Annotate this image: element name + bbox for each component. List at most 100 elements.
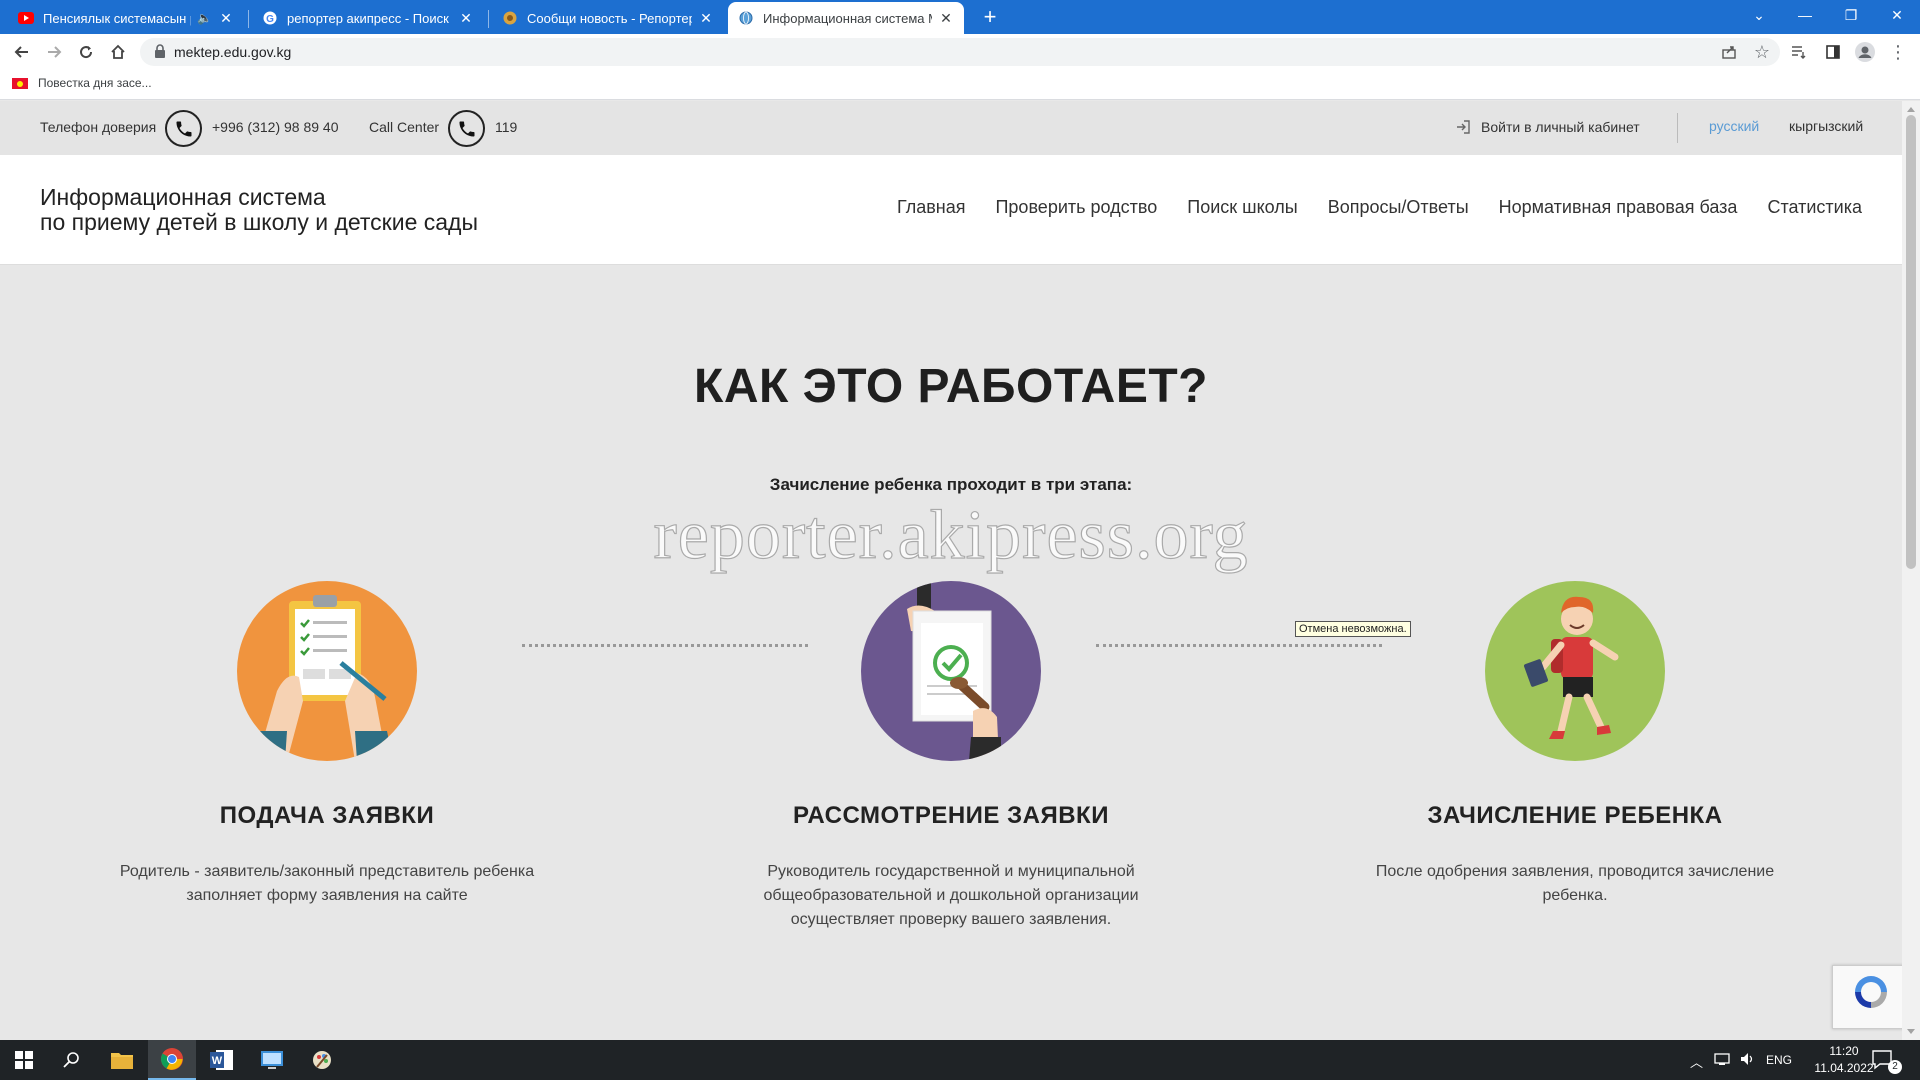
step-connector: [522, 644, 808, 647]
windows-taskbar: W ︿ ENG 11:20 11.04.2022 2: [0, 1040, 1920, 1080]
step-connector: [1096, 644, 1382, 647]
nav-item-school-search[interactable]: Поиск школы: [1187, 197, 1297, 218]
restore-button[interactable]: ❐: [1828, 0, 1874, 30]
home-icon[interactable]: [106, 40, 130, 64]
clock-time[interactable]: 11:20: [1814, 1044, 1874, 1058]
bookmark-label: Повестка дня засе...: [38, 76, 152, 90]
url-text: mektep.edu.gov.kg: [174, 44, 292, 60]
word-icon[interactable]: W: [198, 1040, 246, 1080]
language-kyrgyz-link[interactable]: кыргызский: [1789, 118, 1863, 134]
page-scrollbar[interactable]: [1902, 101, 1920, 1040]
youtube-icon: [18, 10, 34, 26]
volume-icon[interactable]: [1740, 1052, 1756, 1071]
side-panel-icon[interactable]: [1821, 40, 1845, 64]
hotline-label: Телефон доверия: [40, 119, 157, 135]
hotline-number[interactable]: +996 (312) 98 89 40: [212, 119, 339, 135]
reload-icon[interactable]: [74, 40, 98, 64]
tab-search-icon[interactable]: ⌄: [1736, 0, 1782, 30]
close-tab-icon[interactable]: ✕: [938, 10, 954, 27]
divider: [1677, 113, 1678, 143]
callcenter-label: Call Center: [369, 119, 440, 135]
back-icon[interactable]: [10, 40, 34, 64]
step-description: Руководитель государственной и муниципал…: [763, 863, 1139, 928]
top-info-bar: Телефон доверия +996 (312) 98 89 40 Call…: [0, 101, 1902, 155]
google-icon: G: [262, 10, 278, 26]
network-icon[interactable]: [1714, 1052, 1730, 1071]
profile-avatar-icon[interactable]: [1853, 40, 1877, 64]
bookmark-item[interactable]: Повестка дня засе...: [12, 76, 152, 90]
login-link[interactable]: Войти в личный кабинет: [1455, 119, 1640, 135]
login-icon: [1457, 120, 1470, 134]
brand-line-1: Информационная система: [40, 184, 326, 210]
close-tab-icon[interactable]: ✕: [698, 10, 714, 27]
browser-tab-strip: Пенсиялык системасын ре 🔈 ✕ G репортер а…: [0, 0, 1920, 34]
language-russian-link[interactable]: русский: [1709, 118, 1759, 134]
search-icon[interactable]: [48, 1040, 96, 1080]
step-title: РАССМОТРЕНИЕ ЗАЯВКИ: [793, 802, 1109, 829]
document-stamp-icon: [861, 581, 1041, 761]
page-content: Телефон доверия +996 (312) 98 89 40 Call…: [0, 101, 1902, 1040]
nav-item-legal-base[interactable]: Нормативная правовая база: [1499, 197, 1738, 218]
close-tab-icon[interactable]: ✕: [218, 10, 234, 27]
schoolboy-icon: [1485, 581, 1665, 761]
browser-tab-google[interactable]: G репортер акипресс - Поиск в G ✕: [252, 2, 484, 34]
scroll-up-icon[interactable]: [1907, 107, 1915, 112]
kyrgyzstan-flag-icon: [12, 77, 28, 89]
file-explorer-icon[interactable]: [98, 1040, 146, 1080]
scrollbar-thumb[interactable]: [1906, 115, 1916, 569]
minimize-button[interactable]: —: [1782, 0, 1828, 30]
section-subtitle: Зачисление ребенка проходит в три этапа:: [769, 475, 1133, 494]
browser-tab-reporter[interactable]: Сообщи новость - Репортер ✕: [492, 2, 724, 34]
input-language[interactable]: ENG: [1766, 1053, 1792, 1067]
main-nav: Главная Проверить родство Поиск школы Во…: [897, 197, 1862, 218]
tab-title: Информационная система МО: [763, 10, 932, 26]
step-description: Родитель - заявитель/законный представит…: [119, 863, 535, 904]
tab-divider: [248, 10, 249, 28]
recaptcha-icon: [1855, 976, 1887, 1008]
close-tab-icon[interactable]: ✕: [458, 10, 474, 27]
site-brand[interactable]: Информационная система по приему детей в…: [40, 185, 478, 235]
forward-icon[interactable]: [42, 40, 66, 64]
nav-item-faq[interactable]: Вопросы/Ответы: [1328, 197, 1469, 218]
phone-icon: [448, 110, 485, 147]
globe-icon: [738, 10, 754, 26]
recaptcha-badge[interactable]: [1832, 965, 1902, 1029]
tab-title: Сообщи новость - Репортер: [527, 10, 692, 26]
chrome-taskbar-icon[interactable]: [148, 1040, 196, 1080]
watermark-text: reporter.akipress.org: [653, 496, 1249, 574]
tray-chevron-icon[interactable]: ︿: [1690, 1052, 1703, 1071]
reading-list-icon[interactable]: [1787, 40, 1811, 64]
speaker-icon[interactable]: 🔈: [197, 11, 212, 25]
login-label: Войти в личный кабинет: [1481, 119, 1640, 135]
close-window-button[interactable]: ✕: [1874, 0, 1920, 30]
scroll-down-icon[interactable]: [1907, 1029, 1915, 1034]
new-tab-button[interactable]: +: [976, 3, 1004, 31]
bookmark-star-icon[interactable]: ☆: [1750, 40, 1774, 64]
svg-text:W: W: [212, 1055, 223, 1067]
lock-icon[interactable]: [154, 44, 170, 60]
nav-item-home[interactable]: Главная: [897, 197, 966, 218]
windows-start-icon[interactable]: [0, 1040, 48, 1080]
browser-toolbar: mektep.edu.gov.kg ☆ ⋮: [0, 34, 1920, 70]
step-description: После одобрения заявления, проводится за…: [1375, 863, 1775, 904]
phone-icon: [165, 110, 202, 147]
address-bar[interactable]: mektep.edu.gov.kg: [140, 38, 1780, 66]
step-title: ЗАЧИСЛЕНИЕ РЕБЕНКА: [1427, 802, 1723, 829]
svg-text:G: G: [266, 14, 274, 25]
brand-line-2: по приему детей в школу и детские сады: [40, 209, 479, 235]
tooltip: Отмена невозможна.: [1295, 621, 1411, 637]
clipboard-checklist-icon: [237, 581, 417, 761]
site-header: Информационная система по приему детей в…: [0, 155, 1902, 265]
share-icon[interactable]: [1717, 40, 1741, 64]
clock-date[interactable]: 11.04.2022: [1814, 1061, 1874, 1075]
menu-kebab-icon[interactable]: ⋮: [1886, 40, 1910, 64]
tab-divider: [488, 10, 489, 28]
nav-item-statistics[interactable]: Статистика: [1767, 197, 1862, 218]
section-title: КАК ЭТО РАБОТАЕТ?: [694, 360, 1208, 413]
paint-icon[interactable]: [298, 1040, 346, 1080]
remote-desktop-icon[interactable]: [248, 1040, 296, 1080]
browser-tab-youtube[interactable]: Пенсиялык системасын ре 🔈 ✕: [8, 2, 244, 34]
nav-item-check-kinship[interactable]: Проверить родство: [995, 197, 1157, 218]
callcenter-number[interactable]: 119: [495, 119, 517, 135]
browser-tab-active[interactable]: Информационная система МО ✕: [728, 2, 964, 34]
